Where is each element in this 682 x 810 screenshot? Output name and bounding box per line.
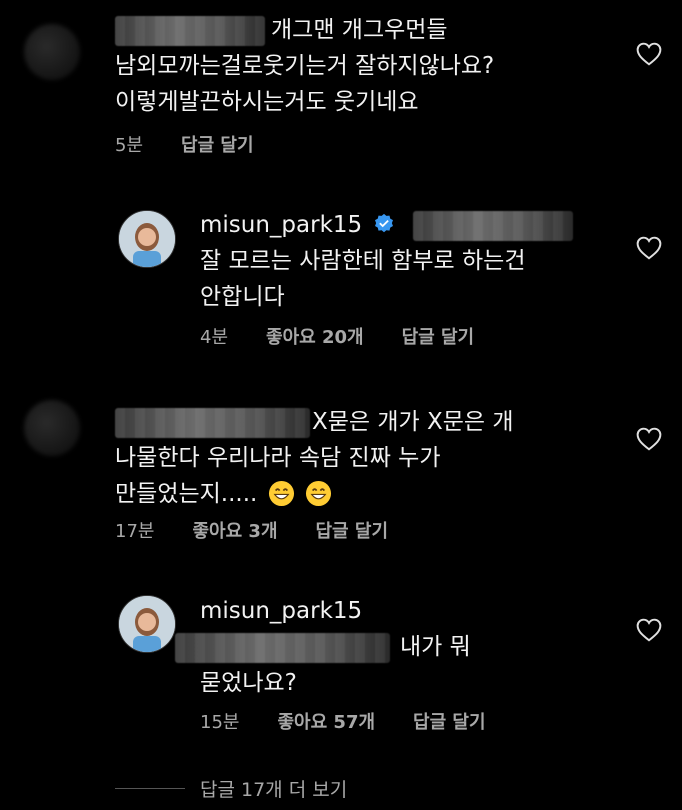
- likes-count[interactable]: 좋아요 3개: [192, 521, 277, 542]
- view-more-replies-button[interactable]: 답글 17개 더 보기: [200, 775, 347, 802]
- heart-icon[interactable]: [636, 427, 662, 451]
- username[interactable]: misun_park15: [200, 598, 362, 624]
- comment-text-line-2: 나물한다 우리나라 속담 진짜 누가: [115, 445, 441, 471]
- avatar-blurred[interactable]: [24, 24, 80, 80]
- heart-icon[interactable]: [636, 236, 662, 260]
- avatar-misun[interactable]: [118, 210, 176, 268]
- comment-3: X묻은 개가 X문은 개 나물한다 우리나라 속담 진짜 누가 만들었는지...…: [0, 390, 682, 560]
- comment-text-line-3: 이렇게발끈하시는거도 웃기네요: [115, 89, 419, 115]
- redacted-username: [115, 15, 265, 46]
- comment-4: misun_park15 내가 뭐 묻었나요? 15분 좋아요 57개 답글 달기: [0, 585, 682, 755]
- timestamp: 15분: [200, 712, 240, 733]
- comment-text-line-1: 내가 뭐: [400, 634, 471, 660]
- comment-text-line-2: 묻었나요?: [200, 670, 297, 696]
- timestamp: 17분: [115, 521, 155, 542]
- reply-button[interactable]: 답글 달기: [316, 521, 389, 542]
- heart-icon[interactable]: [636, 42, 662, 66]
- heart-icon[interactable]: [636, 618, 662, 642]
- grinning-emoji-icon: [268, 480, 294, 507]
- comment-meta: 5분 답글 달기: [115, 131, 292, 157]
- redacted-mention: [412, 210, 573, 241]
- verified-badge-icon: [375, 213, 394, 233]
- comment-meta: 15분 좋아요 57개 답글 달기: [200, 708, 524, 734]
- redacted-username: [115, 407, 310, 438]
- timestamp: 4분: [200, 327, 229, 348]
- comment-text-line-2: 안합니다: [200, 284, 285, 310]
- reply-button[interactable]: 답글 달기: [181, 135, 254, 156]
- avatar-blurred[interactable]: [24, 400, 80, 456]
- avatar-misun[interactable]: [118, 595, 176, 653]
- redacted-mention: [175, 632, 390, 663]
- timestamp: 5분: [115, 135, 144, 156]
- comment-meta: 17분 좋아요 3개 답글 달기: [115, 517, 426, 543]
- comment-text-line-1: X묻은 개가 X문은 개: [312, 409, 514, 435]
- comment-meta: 4분 좋아요 20개 답글 달기: [200, 323, 512, 349]
- likes-count[interactable]: 좋아요 57개: [277, 712, 375, 733]
- reply-button[interactable]: 답글 달기: [402, 327, 475, 348]
- comment-text-line-1: 잘 모르는 사람한테 함부로 하는건: [200, 248, 526, 274]
- view-more-divider: [115, 788, 185, 789]
- grinning-emoji-icon: [305, 480, 332, 507]
- comment-2: misun_park15 잘 모르는 사람한테 함부로 하는건 안합니다 4분 좋…: [0, 195, 682, 365]
- comment-1: 개그맨 개그우먼들 남외모까는걸로웃기는거 잘하지않나요? 이렇게발끈하시는거도…: [0, 0, 682, 170]
- comment-text-line-1: 개그맨 개그우먼들: [271, 17, 448, 43]
- username[interactable]: misun_park15: [200, 212, 362, 238]
- comment-text-line-3: 만들었는지.....: [115, 481, 258, 507]
- reply-button[interactable]: 답글 달기: [413, 712, 486, 733]
- likes-count[interactable]: 좋아요 20개: [266, 327, 364, 348]
- comment-text-line-2: 남외모까는걸로웃기는거 잘하지않나요?: [115, 53, 495, 79]
